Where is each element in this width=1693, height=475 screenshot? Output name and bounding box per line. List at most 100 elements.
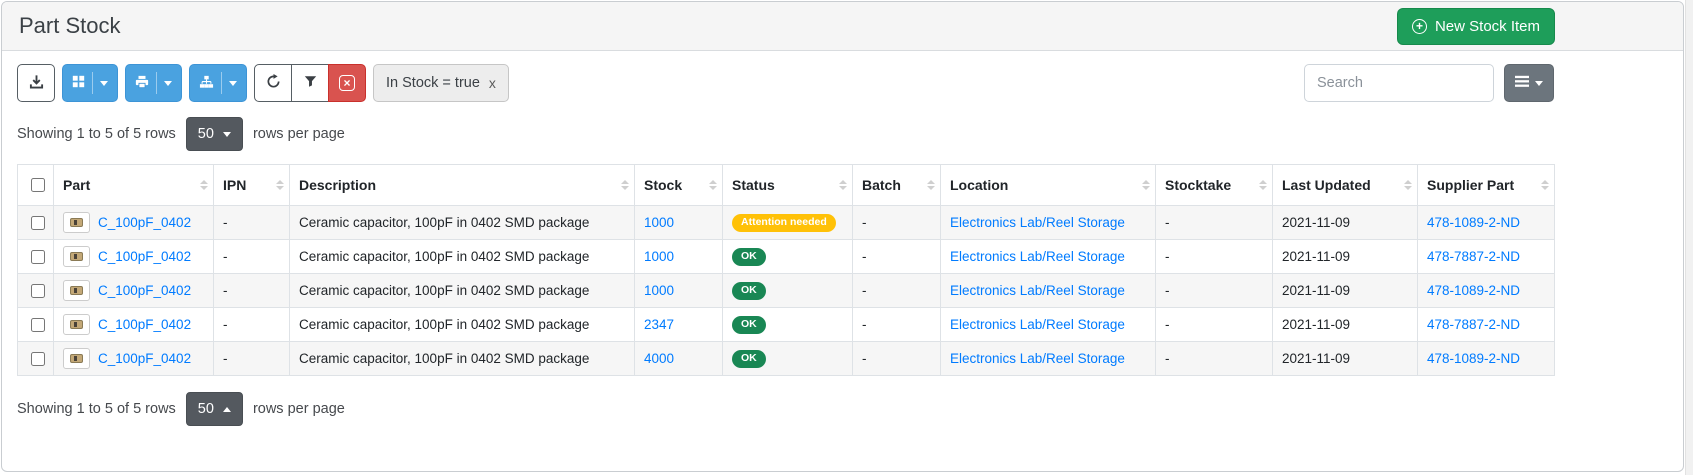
- column-header-description[interactable]: Description: [290, 165, 635, 206]
- part-thumbnail: [63, 246, 90, 267]
- part-link[interactable]: C_100pF_0402: [98, 317, 191, 332]
- status-cell: OK: [723, 342, 853, 376]
- search-input[interactable]: [1304, 64, 1494, 102]
- column-select-button[interactable]: [1504, 64, 1554, 102]
- table-header-row: Part IPN Description Stock Status Batch …: [18, 165, 1555, 206]
- capacitor-image: [70, 286, 83, 295]
- stock-link[interactable]: 1000: [644, 215, 674, 230]
- ipn-cell: -: [214, 308, 290, 342]
- column-header-location[interactable]: Location: [941, 165, 1156, 206]
- location-link[interactable]: Electronics Lab/Reel Storage: [950, 283, 1125, 298]
- select-all-checkbox[interactable]: [31, 178, 45, 192]
- chevron-down-icon: [100, 81, 108, 86]
- part-link[interactable]: C_100pF_0402: [98, 249, 191, 264]
- stock-link[interactable]: 1000: [644, 249, 674, 264]
- status-cell: OK: [723, 240, 853, 274]
- last-updated-cell: 2021-11-09: [1273, 274, 1418, 308]
- circle-x-icon: ×: [339, 75, 355, 91]
- stock-link[interactable]: 4000: [644, 351, 674, 366]
- location-link[interactable]: Electronics Lab/Reel Storage: [950, 351, 1125, 366]
- stock-link[interactable]: 1000: [644, 283, 674, 298]
- stock-cell: 1000: [635, 274, 723, 308]
- batch-cell: -: [853, 342, 941, 376]
- supplier-part-link[interactable]: 478-1089-2-ND: [1427, 351, 1520, 366]
- row-checkbox-cell: [18, 342, 54, 376]
- download-icon: [29, 74, 44, 92]
- supplier-part-link[interactable]: 478-1089-2-ND: [1427, 283, 1520, 298]
- row-checkbox[interactable]: [31, 216, 45, 230]
- rows-per-page-label: rows per page: [253, 126, 345, 142]
- sort-icon: [1404, 180, 1412, 190]
- column-header-stock[interactable]: Stock: [635, 165, 723, 206]
- chevron-down-icon: [1535, 81, 1543, 86]
- sort-icon: [621, 180, 629, 190]
- last-updated-cell: 2021-11-09: [1273, 240, 1418, 274]
- display-options-dropdown[interactable]: [62, 64, 118, 102]
- sort-icon: [839, 180, 847, 190]
- status-badge: OK: [732, 282, 766, 301]
- part-link[interactable]: C_100pF_0402: [98, 351, 191, 366]
- scrollbar[interactable]: [1685, 0, 1693, 475]
- column-header-part[interactable]: Part: [54, 165, 214, 206]
- description-cell: Ceramic capacitor, 100pF in 0402 SMD pac…: [290, 206, 635, 240]
- column-header-status[interactable]: Status: [723, 165, 853, 206]
- filter-button[interactable]: [291, 64, 329, 102]
- table-row: C_100pF_0402 - Ceramic capacitor, 100pF …: [18, 240, 1555, 274]
- batch-cell: -: [853, 206, 941, 240]
- filter-chip: In Stock = true x: [373, 64, 509, 102]
- print-dropdown[interactable]: [125, 64, 182, 102]
- row-checkbox[interactable]: [31, 352, 45, 366]
- column-header-ipn[interactable]: IPN: [214, 165, 290, 206]
- stocktake-cell: -: [1156, 274, 1273, 308]
- row-checkbox[interactable]: [31, 318, 45, 332]
- part-link[interactable]: C_100pF_0402: [98, 215, 191, 230]
- row-checkbox-cell: [18, 308, 54, 342]
- grid-icon: [72, 75, 85, 91]
- capacitor-image: [70, 320, 83, 329]
- stock-table: Part IPN Description Stock Status Batch …: [17, 164, 1555, 376]
- location-cell: Electronics Lab/Reel Storage: [941, 206, 1156, 240]
- filter-chip-remove[interactable]: x: [489, 76, 496, 90]
- batch-cell: -: [853, 308, 941, 342]
- location-link[interactable]: Electronics Lab/Reel Storage: [950, 317, 1125, 332]
- location-link[interactable]: Electronics Lab/Reel Storage: [950, 215, 1125, 230]
- toolbar: × In Stock = true x: [17, 64, 1554, 102]
- part-stock-panel: Part Stock + New Stock Item: [1, 1, 1684, 472]
- page-size-dropdown[interactable]: 50: [186, 117, 243, 151]
- ipn-cell: -: [214, 206, 290, 240]
- stock-cell: 1000: [635, 206, 723, 240]
- export-button[interactable]: [17, 64, 55, 102]
- supplier-part-cell: 478-1089-2-ND: [1418, 274, 1555, 308]
- reload-button[interactable]: [254, 64, 292, 102]
- row-checkbox-cell: [18, 206, 54, 240]
- stock-actions-dropdown[interactable]: [189, 64, 247, 102]
- pagination-bottom: Showing 1 to 5 of 5 rows 50 rows per pag…: [17, 392, 1683, 426]
- capacitor-image: [70, 252, 83, 261]
- remove-filters-button[interactable]: ×: [328, 64, 366, 102]
- stock-link[interactable]: 2347: [644, 317, 674, 332]
- panel-header: Part Stock + New Stock Item: [2, 2, 1683, 51]
- row-checkbox[interactable]: [31, 250, 45, 264]
- supplier-part-link[interactable]: 478-7887-2-ND: [1427, 249, 1520, 264]
- new-stock-item-button[interactable]: + New Stock Item: [1397, 8, 1555, 45]
- page-size-dropdown[interactable]: 50: [186, 392, 243, 426]
- filter-icon: [304, 75, 317, 91]
- part-link[interactable]: C_100pF_0402: [98, 283, 191, 298]
- location-link[interactable]: Electronics Lab/Reel Storage: [950, 249, 1125, 264]
- status-cell: Attention needed: [723, 206, 853, 240]
- column-header-supplier-part[interactable]: Supplier Part: [1418, 165, 1555, 206]
- supplier-part-link[interactable]: 478-7887-2-ND: [1427, 317, 1520, 332]
- table-row: C_100pF_0402 - Ceramic capacitor, 100pF …: [18, 206, 1555, 240]
- sort-icon: [276, 180, 284, 190]
- sort-icon: [709, 180, 717, 190]
- supplier-part-link[interactable]: 478-1089-2-ND: [1427, 215, 1520, 230]
- column-header-last-updated[interactable]: Last Updated: [1273, 165, 1418, 206]
- showing-rows-text: Showing 1 to 5 of 5 rows: [17, 401, 176, 417]
- row-checkbox[interactable]: [31, 284, 45, 298]
- column-header-batch[interactable]: Batch: [853, 165, 941, 206]
- description-cell: Ceramic capacitor, 100pF in 0402 SMD pac…: [290, 274, 635, 308]
- supplier-part-cell: 478-7887-2-ND: [1418, 240, 1555, 274]
- last-updated-cell: 2021-11-09: [1273, 206, 1418, 240]
- column-header-stocktake[interactable]: Stocktake: [1156, 165, 1273, 206]
- select-all-header: [18, 165, 54, 206]
